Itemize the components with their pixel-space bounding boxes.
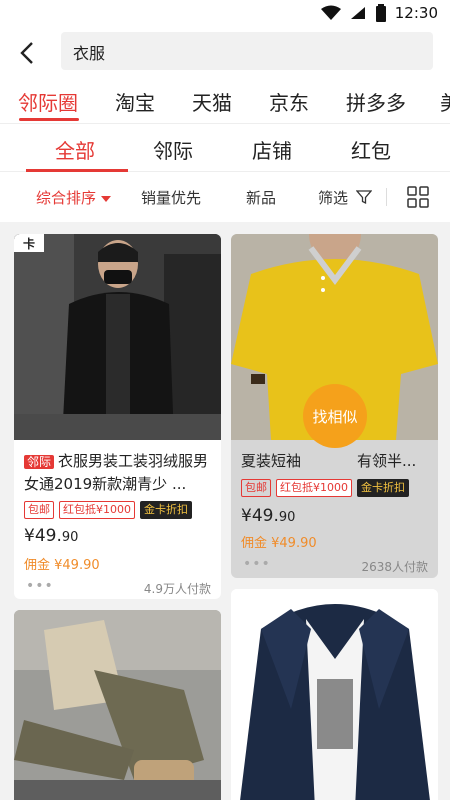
caret-down-icon xyxy=(101,195,112,202)
corner-badge: 卡 xyxy=(14,234,44,252)
more-options-icon[interactable]: ••• xyxy=(26,578,54,594)
product-price: ¥49.90 xyxy=(24,526,78,546)
active-tab-indicator xyxy=(19,118,79,121)
find-similar-button[interactable]: 找相似 xyxy=(303,384,367,448)
wifi-icon xyxy=(320,5,341,20)
product-title-text: 夏装短袖 xyxy=(241,452,302,470)
product-card[interactable]: 找相似 夏装短袖 有领半... 包邮 红包抵¥1000 金卡折扣 ¥49.90 佣… xyxy=(231,234,438,578)
product-tags: 包邮 红包抵¥1000 金卡折扣 xyxy=(241,479,409,497)
price-decimal: 90 xyxy=(278,510,296,525)
subtab-stores[interactable]: 店铺 xyxy=(252,135,292,164)
sort-sales[interactable]: 销量优先 xyxy=(141,187,201,208)
back-arrow-icon xyxy=(20,42,33,64)
filter-button[interactable]: 筛选 xyxy=(318,187,373,208)
sort-label: 综合排序 xyxy=(36,189,97,207)
more-options-icon[interactable]: ••• xyxy=(243,556,271,572)
sold-count: 2638人付款 xyxy=(361,560,428,574)
product-title: 邻际 衣服男装工装羽绒服男女通2019新款潮青少 ... xyxy=(24,450,212,495)
product-title-tail: 有领半... xyxy=(357,452,417,470)
product-tags: 包邮 红包抵¥1000 金卡折扣 xyxy=(24,501,192,519)
tag-redpacket: 红包抵¥1000 xyxy=(276,479,352,497)
tab-more[interactable]: 美 xyxy=(440,87,450,116)
grid-view-icon[interactable] xyxy=(407,186,429,208)
sub-tabs: 全部 邻际 店铺 红包 xyxy=(0,124,450,172)
sold-count: 4.9万人付款 xyxy=(143,582,211,596)
product-commission: 佣金 ¥49.90 xyxy=(241,536,317,551)
filter-label: 筛选 xyxy=(318,189,349,207)
tag-free-shipping: 包邮 xyxy=(24,501,54,519)
product-card[interactable]: 卡 邻际 衣服男装工装羽绒服男女通2019新款潮青少 ... 包邮 红包抵¥100… xyxy=(14,234,221,599)
product-image xyxy=(231,589,438,800)
product-card[interactable] xyxy=(231,589,438,800)
product-card[interactable] xyxy=(14,610,221,800)
product-commission: 佣金 ¥49.90 xyxy=(24,558,100,573)
platform-tabs: 邻际圈 淘宝 天猫 京东 拼多多 美 xyxy=(0,78,450,124)
back-button[interactable] xyxy=(14,38,40,68)
signal-icon xyxy=(350,7,365,19)
tag-gold-card: 金卡折扣 xyxy=(140,501,192,519)
tag-gold-card: 金卡折扣 xyxy=(357,479,409,497)
search-header: 衣服 xyxy=(0,30,450,78)
tab-tmall[interactable]: 天猫 xyxy=(192,87,232,116)
tab-jd[interactable]: 京东 xyxy=(269,87,309,116)
tag-redpacket: 红包抵¥1000 xyxy=(59,501,135,519)
product-image: 卡 xyxy=(14,234,221,440)
filter-divider xyxy=(386,188,387,206)
tag-free-shipping: 包邮 xyxy=(241,479,271,497)
battery-icon xyxy=(375,4,386,22)
filter-bar: 综合排序 销量优先 新品 筛选 xyxy=(0,172,450,222)
subtab-all[interactable]: 全部 xyxy=(55,135,95,164)
price-decimal: 90 xyxy=(61,530,79,545)
search-box[interactable]: 衣服 xyxy=(61,32,433,70)
product-price: ¥49.90 xyxy=(241,506,295,526)
price-main: ¥49. xyxy=(241,506,279,526)
subtab-linji[interactable]: 邻际 xyxy=(153,135,193,164)
sort-new[interactable]: 新品 xyxy=(246,187,276,208)
funnel-icon xyxy=(355,190,373,205)
product-image xyxy=(14,610,221,800)
search-input[interactable]: 衣服 xyxy=(73,40,105,64)
tab-pinduoduo[interactable]: 拼多多 xyxy=(346,87,406,116)
linji-label: 邻际 xyxy=(24,455,55,469)
tab-linjiquan[interactable]: 邻际圈 xyxy=(18,87,78,116)
tab-taobao[interactable]: 淘宝 xyxy=(115,87,155,116)
price-main: ¥49. xyxy=(24,526,62,546)
product-title: 夏装短袖 有领半... xyxy=(241,450,429,472)
status-time: 12:30 xyxy=(394,4,438,22)
subtab-redpacket[interactable]: 红包 xyxy=(351,135,391,164)
status-bar: 12:30 xyxy=(0,0,450,30)
sort-comprehensive[interactable]: 综合排序 xyxy=(36,187,112,208)
